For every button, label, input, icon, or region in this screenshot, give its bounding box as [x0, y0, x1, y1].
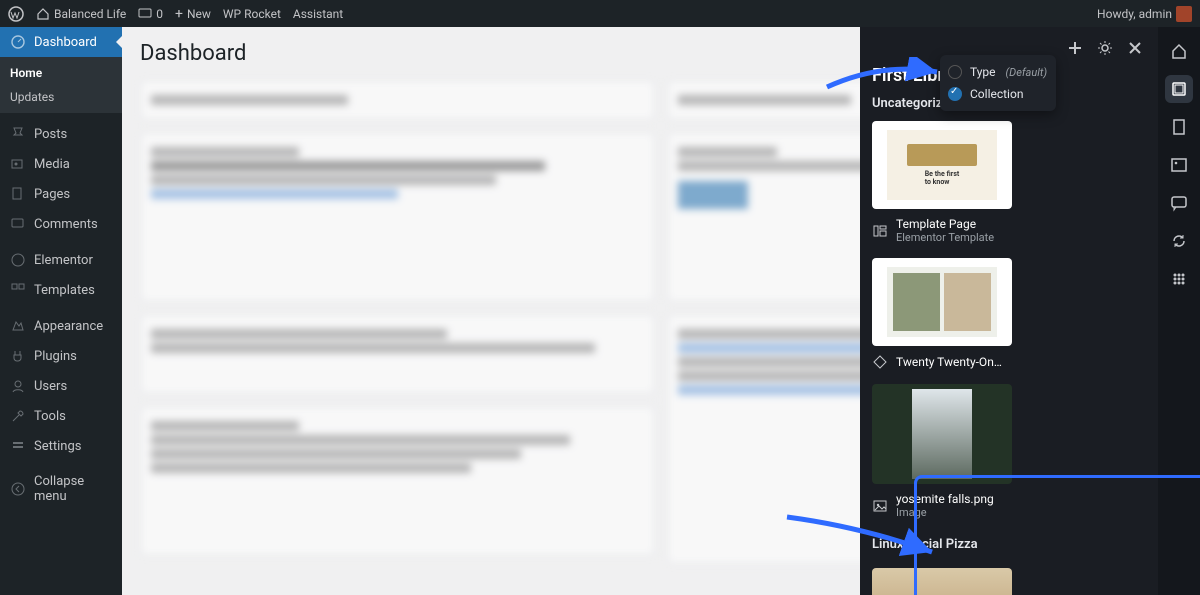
sidebar-item-templates[interactable]: Templates [0, 275, 122, 305]
tools-icon [10, 408, 26, 424]
template-icon [872, 223, 888, 239]
site-link[interactable]: Balanced Life [36, 7, 126, 21]
pages-icon [10, 186, 26, 202]
appearance-icon [10, 318, 26, 334]
close-button[interactable] [1124, 37, 1146, 59]
sidebar-item-posts[interactable]: Posts [0, 119, 122, 149]
templates-icon [10, 282, 26, 298]
settings-button[interactable] [1094, 37, 1116, 59]
annotation-arrow-1 [822, 57, 942, 97]
theme-icon [872, 354, 888, 370]
sidebar-item-dashboard[interactable]: Dashboard [0, 27, 122, 57]
sidebar-item-label: Dashboard [34, 35, 97, 50]
radio-checked-icon [948, 87, 962, 101]
elementor-icon [10, 252, 26, 268]
sidebar-item-settings[interactable]: Settings [0, 431, 122, 461]
rail-sync[interactable] [1165, 227, 1193, 255]
media-icon [10, 156, 26, 172]
sidebar-item-appearance[interactable]: Appearance [0, 311, 122, 341]
collapse-icon [10, 481, 26, 497]
howdy-link[interactable]: Howdy, admin [1097, 6, 1192, 22]
rail-apps[interactable] [1165, 265, 1193, 293]
rail-library[interactable] [1165, 75, 1193, 103]
sidebar-item-tools[interactable]: Tools [0, 401, 122, 431]
sidebar-sub-updates[interactable]: Updates [0, 85, 122, 109]
thumbnail: Be the firstto know [872, 121, 1012, 209]
dashboard-icon [10, 34, 26, 50]
sidebar-item-users[interactable]: Users [0, 371, 122, 401]
rail-home[interactable] [1165, 37, 1193, 65]
dropdown-option-collection[interactable]: Collection [948, 83, 1048, 105]
dropdown-option-type[interactable]: Type (Default) [948, 61, 1048, 83]
rail-chat[interactable] [1165, 189, 1193, 217]
thumbnail [872, 568, 1012, 595]
pin-icon [10, 126, 26, 142]
avatar [1176, 6, 1192, 22]
wp-admin-bar: Balanced Life 0 +New WP Rocket Assistant… [0, 0, 1200, 27]
main-content: Dashboard Type (Default) [122, 27, 1200, 595]
wp-rocket-link[interactable]: WP Rocket [223, 7, 281, 21]
sidebar-item-media[interactable]: Media [0, 149, 122, 179]
assistant-link[interactable]: Assistant [293, 7, 343, 21]
plugins-icon [10, 348, 26, 364]
rail-image[interactable] [1165, 151, 1193, 179]
settings-icon [10, 438, 26, 454]
sidebar-item-comments[interactable]: Comments [0, 209, 122, 239]
comments-icon [10, 216, 26, 232]
library-card-image[interactable]: yosemite falls.pngImage [872, 384, 1012, 519]
comments-link[interactable]: 0 [138, 7, 163, 21]
assistant-rail [1158, 27, 1200, 595]
sidebar-item-collapse[interactable]: Collapse menu [0, 467, 122, 511]
add-button[interactable] [1064, 37, 1086, 59]
radio-unchecked-icon [948, 65, 962, 79]
wp-logo[interactable] [8, 6, 24, 22]
thumbnail [872, 384, 1012, 484]
library-card-template[interactable]: Be the firstto know Template PageElement… [872, 121, 1012, 244]
sidebar-item-elementor[interactable]: Elementor [0, 245, 122, 275]
users-icon [10, 378, 26, 394]
rail-document[interactable] [1165, 113, 1193, 141]
new-link[interactable]: +New [175, 6, 211, 22]
admin-sidebar: Dashboard Home Updates Posts Media Pages… [0, 27, 122, 595]
annotation-arrow-2 [782, 507, 942, 567]
group-by-dropdown: Type (Default) Collection [940, 55, 1056, 111]
sidebar-item-plugins[interactable]: Plugins [0, 341, 122, 371]
thumbnail [872, 258, 1012, 346]
sidebar-item-pages[interactable]: Pages [0, 179, 122, 209]
library-card-theme[interactable]: Twenty Twenty-On… [872, 258, 1012, 370]
sidebar-sub-home[interactable]: Home [0, 61, 122, 85]
